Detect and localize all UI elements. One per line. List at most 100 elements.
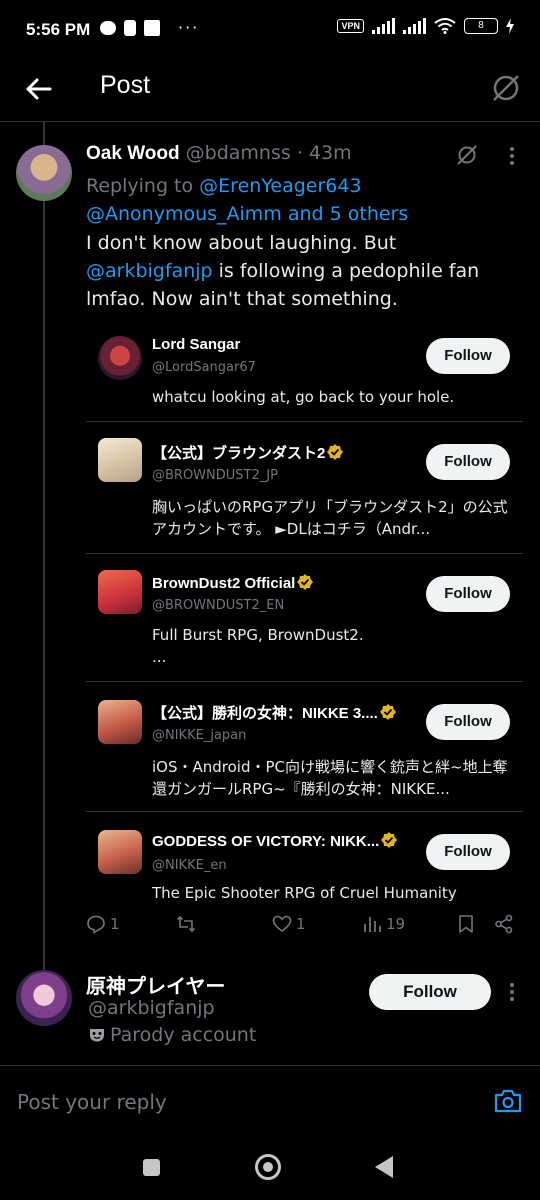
post-header: Oak Wood @bdamnss · 43m — [86, 142, 352, 165]
card-bio: Full Burst RPG, BrownDust2. ... — [152, 626, 364, 666]
follow-button[interactable]: Follow — [426, 444, 510, 480]
heart-icon — [272, 915, 292, 932]
view-count: 19 — [386, 915, 406, 933]
battery-icon: 8 — [464, 18, 498, 34]
user2-handle[interactable]: @arkbigfanjp — [88, 997, 215, 1019]
replying-to: Replying to @ErenYeager643 @Anonymous_Ai… — [86, 172, 526, 228]
wifi-icon — [434, 18, 456, 34]
like-button[interactable]: 1 — [272, 914, 306, 934]
charging-icon — [506, 18, 514, 34]
card-name: 【公式】ブラウンダスト2 — [152, 445, 326, 462]
card-handle[interactable]: @BROWNDUST2_EN — [152, 598, 284, 613]
repost-icon — [176, 916, 196, 932]
reply-count: 1 — [110, 915, 120, 933]
repost-button[interactable] — [176, 914, 196, 934]
status-bar: 5:56 PM ··· VPN 8 — [0, 0, 540, 60]
card-name: GODDESS OF VICTORY: NIKK... — [152, 833, 380, 850]
reply-input[interactable]: Post your reply — [17, 1090, 167, 1114]
card-avatar[interactable] — [98, 570, 142, 614]
card-name[interactable]: Lord Sangar — [152, 336, 240, 353]
views-icon — [364, 917, 381, 932]
card-name-row[interactable]: BrownDust2 Official — [152, 574, 314, 592]
page-title: Post — [100, 71, 151, 99]
grok-icon[interactable] — [490, 72, 522, 104]
notification-icons — [100, 20, 160, 36]
card-handle[interactable]: @NIKKE_japan — [152, 728, 246, 743]
card-handle[interactable]: @LordSangar67 — [152, 360, 256, 375]
follow-button[interactable]: Follow — [426, 834, 510, 870]
card-handle[interactable]: @NIKKE_en — [152, 858, 227, 873]
card-name: BrownDust2 Official — [152, 575, 296, 592]
author-name[interactable]: Oak Wood — [86, 143, 180, 164]
status-right: VPN 8 — [337, 18, 514, 34]
system-back-icon[interactable] — [375, 1156, 393, 1178]
user2-avatar[interactable] — [16, 970, 72, 1026]
others-link[interactable]: and 5 others — [288, 203, 408, 225]
card-bio: iOS・Android・PC向け戦場に響く銃声と絆~地上奪還ガンガールRPG~『… — [152, 758, 508, 798]
user-card[interactable]: Lord Sangar @LordSangar67 Follow whatcu … — [86, 322, 523, 422]
follow-button[interactable]: Follow — [426, 576, 510, 612]
thread-line — [43, 122, 45, 970]
more-options-icon[interactable] — [506, 982, 518, 1002]
author-avatar[interactable] — [16, 145, 72, 201]
mention-link[interactable]: @arkbigfanjp — [86, 260, 213, 282]
mention-link[interactable]: @ErenYeager643 — [199, 175, 361, 197]
card-name-row[interactable]: 【公式】ブラウンダスト2 — [152, 442, 344, 463]
parody-label: Parody account — [88, 1024, 256, 1046]
user-card[interactable]: BrownDust2 Official @BROWNDUST2_EN Follo… — [86, 554, 523, 682]
card-bio: The Epic Shooter RPG of Cruel Humanity — [152, 884, 457, 902]
share-button[interactable] — [494, 914, 514, 934]
chat-icon — [100, 21, 116, 35]
card-handle[interactable]: @BROWNDUST2_JP — [152, 468, 278, 483]
card-avatar[interactable] — [98, 830, 142, 874]
verified-gold-icon — [297, 574, 314, 590]
back-arrow-icon[interactable] — [24, 74, 54, 104]
post-body: I don't know about laughing. But @arkbig… — [86, 229, 526, 313]
replying-to-label: Replying to — [86, 175, 194, 197]
parody-mask-icon — [90, 1029, 104, 1042]
card-avatar[interactable] — [98, 336, 142, 380]
user-card[interactable]: 【公式】ブラウンダスト2 @BROWNDUST2_JP Follow 胸いっぱい… — [86, 422, 523, 554]
reply-icon — [87, 915, 105, 934]
user-card[interactable]: 【公式】勝利の女神：NIKKE 3.... @NIKKE_japan Follo… — [86, 682, 523, 812]
reply-composer[interactable]: Post your reply — [0, 1065, 540, 1135]
top-header: Post — [0, 60, 540, 122]
verified-gold-icon — [379, 704, 396, 720]
card-bio: whatcu looking at, go back to your hole. — [152, 388, 455, 406]
mention-link[interactable]: @Anonymous_Aimm — [86, 203, 282, 225]
author-handle[interactable]: @bdamnss — [186, 142, 291, 164]
user-card[interactable]: GODDESS OF VICTORY: NIKK... @NIKKE_en Fo… — [86, 812, 523, 908]
grok-icon[interactable] — [456, 144, 478, 166]
home-icon[interactable] — [255, 1154, 281, 1180]
app-icon — [144, 20, 160, 36]
bookmark-icon — [459, 915, 473, 933]
camera-icon[interactable] — [494, 1088, 522, 1114]
signal-icon — [372, 18, 395, 34]
card-avatar[interactable] — [98, 700, 142, 744]
more-notifications-icon: ··· — [178, 18, 200, 37]
card-name: 【公式】勝利の女神：NIKKE 3.... — [152, 705, 378, 722]
recents-icon[interactable] — [143, 1159, 160, 1176]
reply-button[interactable]: 1 — [86, 914, 120, 934]
follow-button[interactable]: Follow — [426, 704, 510, 740]
post-actions: 1 1 19 — [86, 914, 526, 944]
status-time: 5:56 PM — [26, 20, 91, 39]
vpn-icon: VPN — [337, 19, 364, 33]
share-icon — [495, 914, 513, 934]
sim-icon — [124, 20, 136, 36]
bookmark-button[interactable] — [456, 914, 476, 934]
views-button[interactable]: 19 — [362, 914, 405, 934]
follow-button[interactable]: Follow — [369, 974, 491, 1010]
card-name-row[interactable]: 【公式】勝利の女神：NIKKE 3.... — [152, 702, 396, 723]
user2-name[interactable]: 原神プレイヤー — [86, 970, 225, 999]
more-options-icon[interactable] — [506, 146, 518, 166]
signal-icon-2 — [403, 18, 426, 34]
system-nav-bar — [0, 1135, 540, 1200]
card-name-row[interactable]: GODDESS OF VICTORY: NIKK... — [152, 832, 398, 850]
follow-button[interactable]: Follow — [426, 338, 510, 374]
card-avatar[interactable] — [98, 438, 142, 482]
post-text-before: I don't know about laughing. But — [86, 232, 397, 254]
parody-text: Parody account — [110, 1024, 257, 1046]
verified-gold-icon — [327, 444, 344, 460]
post-time: · 43m — [296, 142, 352, 164]
